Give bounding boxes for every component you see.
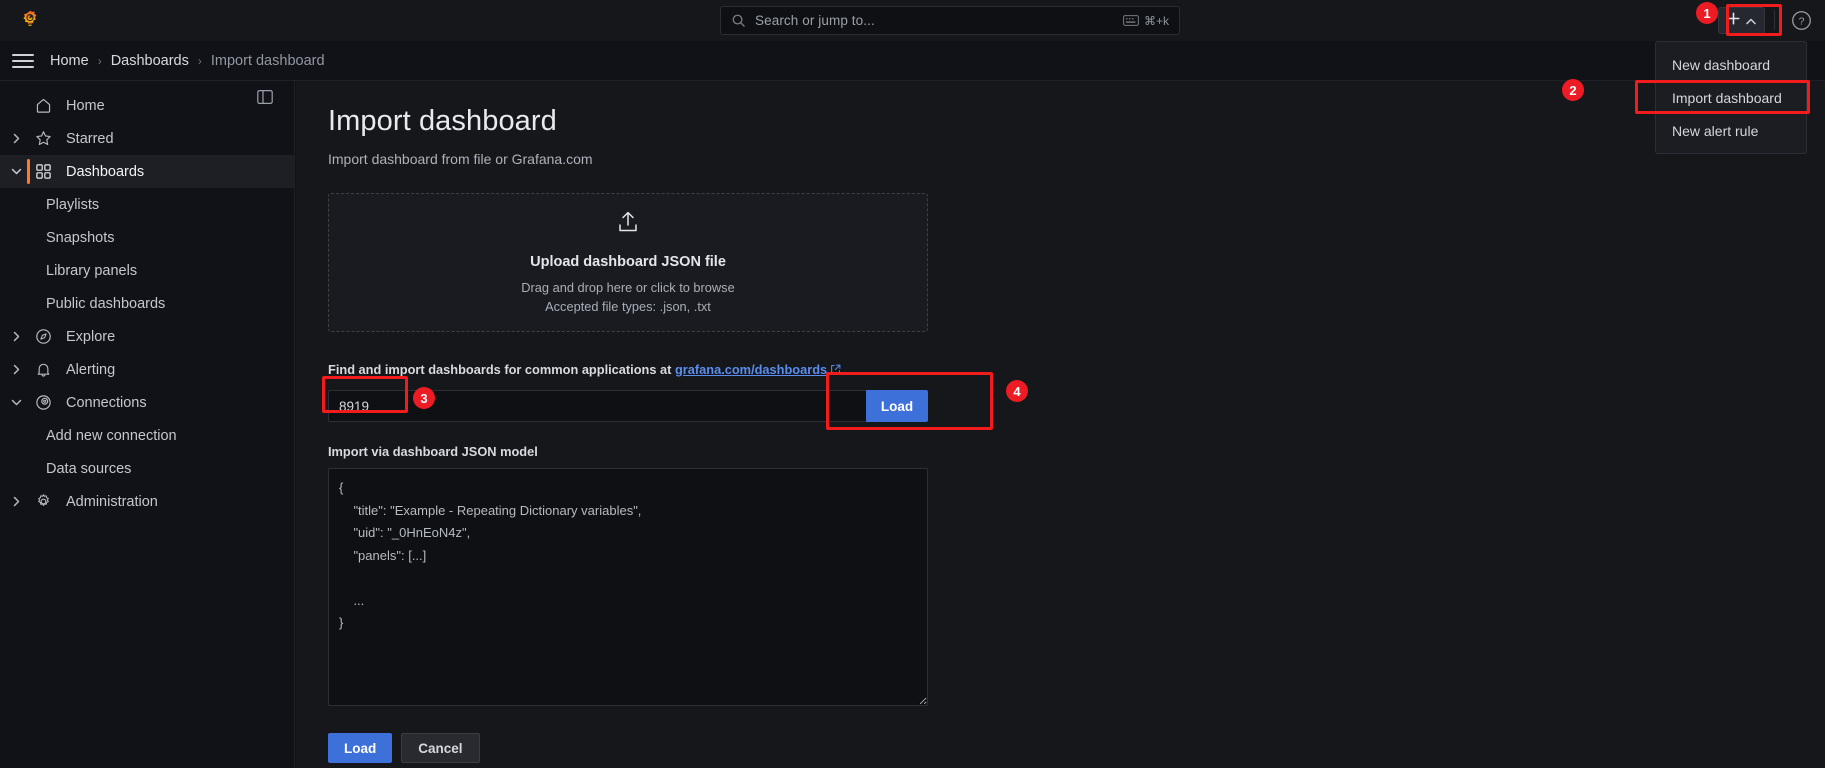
sidebar-item-connections[interactable]: Connections xyxy=(0,386,294,419)
load-button[interactable]: Load xyxy=(328,733,393,763)
chevron-right-icon[interactable] xyxy=(4,133,28,144)
upload-icon xyxy=(617,211,639,240)
page-title: Import dashboard xyxy=(328,105,557,137)
sidebar-label: Connections xyxy=(66,394,147,411)
sidebar-label: Add new connection xyxy=(46,427,177,444)
dashboards-grid-icon xyxy=(28,163,58,180)
sidebar-label: Explore xyxy=(66,328,116,345)
import-dashboard-form: Import dashboard Import dashboard from f… xyxy=(328,105,928,763)
dropzone-filetypes: Accepted file types: .json, .txt xyxy=(545,299,711,314)
menu-item-new-dashboard[interactable]: New dashboard xyxy=(1656,48,1806,81)
sidebar-label: Dashboards xyxy=(66,163,145,180)
bell-icon xyxy=(28,361,58,378)
sidebar-item-alerting[interactable]: Alerting xyxy=(0,353,294,386)
menu-toggle-icon[interactable] xyxy=(12,50,34,72)
sidebar-label: Data sources xyxy=(46,460,132,477)
breadcrumb-item-import-dashboard: Import dashboard xyxy=(210,52,325,69)
dropzone-title: Upload dashboard JSON file xyxy=(530,254,726,270)
sidebar-label: Playlists xyxy=(46,196,100,213)
search-shortcut-hint: ⌘+k xyxy=(1123,14,1169,28)
plus-icon xyxy=(1727,12,1740,30)
gcom-import-label: Find and import dashboards for common ap… xyxy=(328,362,928,378)
json-model-textarea[interactable] xyxy=(328,468,928,706)
sidebar-label: Alerting xyxy=(66,361,116,378)
menu-item-import-dashboard[interactable]: Import dashboard xyxy=(1656,81,1806,114)
sidebar-item-public-dashboards[interactable]: Public dashboards xyxy=(0,287,294,320)
grafana-logo-icon[interactable] xyxy=(0,0,60,41)
home-icon xyxy=(28,97,58,114)
help-icon[interactable]: ? xyxy=(1790,9,1813,32)
chevron-down-icon[interactable] xyxy=(4,167,28,176)
connections-icon xyxy=(28,394,58,411)
star-icon xyxy=(28,130,58,147)
search-icon xyxy=(731,13,746,28)
sidebar-label: Home xyxy=(66,97,105,114)
sidebar-label: Library panels xyxy=(46,262,138,279)
sidebar-item-starred[interactable]: Starred xyxy=(0,122,294,155)
dropzone-instruction: Drag and drop here or click to browse xyxy=(521,280,735,295)
breadcrumb-item-home[interactable]: Home xyxy=(50,53,89,69)
sidebar-item-playlists[interactable]: Playlists xyxy=(0,188,294,221)
gcom-load-button[interactable]: Load xyxy=(866,390,928,422)
breadcrumb-bar: Home › Dashboards › Import dashboard xyxy=(0,41,1825,81)
chevron-down-icon[interactable] xyxy=(4,398,28,407)
grafana-dashboards-link[interactable]: grafana.com/dashboards xyxy=(675,362,827,377)
sidebar-label: Public dashboards xyxy=(46,295,166,312)
sidebar-label: Administration xyxy=(66,493,158,510)
sidebar-item-home[interactable]: Home xyxy=(0,89,294,122)
external-link-icon xyxy=(830,363,841,378)
main-content-area: Import dashboard Import dashboard from f… xyxy=(296,81,1825,768)
search-placeholder-text: Search or jump to... xyxy=(755,13,875,28)
gcom-id-input[interactable] xyxy=(328,390,866,422)
sidebar-navigation: Home Starred Dashboards Playlists Snapsh… xyxy=(0,81,295,768)
svg-text:?: ? xyxy=(1799,16,1805,28)
step-badge-3: 3 xyxy=(413,387,435,409)
sidebar-item-add-new-connection[interactable]: Add new connection xyxy=(0,419,294,452)
cancel-button[interactable]: Cancel xyxy=(401,733,480,763)
json-model-label: Import via dashboard JSON model xyxy=(328,444,538,459)
sidebar-item-administration[interactable]: Administration xyxy=(0,485,294,518)
breadcrumb-item-dashboards[interactable]: Dashboards xyxy=(111,53,189,69)
grafana-app-window: Search or jump to... ⌘+k ? Home › Dashbo… xyxy=(0,0,1825,768)
breadcrumb-separator: › xyxy=(97,53,102,68)
keyboard-icon xyxy=(1123,15,1139,26)
sidebar-label: Snapshots xyxy=(46,229,115,246)
plus-dropdown-menu: New dashboard Import dashboard New alert… xyxy=(1655,41,1807,154)
global-search-box[interactable]: Search or jump to... ⌘+k xyxy=(720,6,1180,35)
step-badge-2: 2 xyxy=(1562,79,1584,101)
sidebar-item-explore[interactable]: Explore xyxy=(0,320,294,353)
chevron-right-icon[interactable] xyxy=(4,331,28,342)
sidebar-item-data-sources[interactable]: Data sources xyxy=(0,452,294,485)
sidebar-item-dashboards[interactable]: Dashboards xyxy=(0,155,294,188)
form-action-buttons: Load Cancel xyxy=(328,733,928,763)
gcom-label-text: Find and import dashboards for common ap… xyxy=(328,362,675,377)
top-navigation-bar: Search or jump to... ⌘+k ? xyxy=(0,0,1825,41)
step-badge-1: 1 xyxy=(1696,2,1718,24)
breadcrumb-separator: › xyxy=(197,53,202,68)
gear-icon xyxy=(28,493,58,510)
chevron-right-icon[interactable] xyxy=(4,496,28,507)
sidebar-item-library-panels[interactable]: Library panels xyxy=(0,254,294,287)
plus-button[interactable] xyxy=(1718,7,1765,34)
page-subtitle: Import dashboard from file or Grafana.co… xyxy=(328,151,593,167)
step-badge-4: 4 xyxy=(1006,380,1028,402)
compass-icon xyxy=(28,328,58,345)
menu-item-new-alert-rule[interactable]: New alert rule xyxy=(1656,114,1806,147)
topbar-divider xyxy=(1774,10,1775,30)
sidebar-label: Starred xyxy=(66,130,114,147)
chevron-up-icon xyxy=(1746,12,1756,30)
sidebar-item-snapshots[interactable]: Snapshots xyxy=(0,221,294,254)
chevron-right-icon[interactable] xyxy=(4,364,28,375)
upload-dropzone[interactable]: Upload dashboard JSON file Drag and drop… xyxy=(328,193,928,332)
search-shortcut-label: ⌘+k xyxy=(1143,13,1169,28)
